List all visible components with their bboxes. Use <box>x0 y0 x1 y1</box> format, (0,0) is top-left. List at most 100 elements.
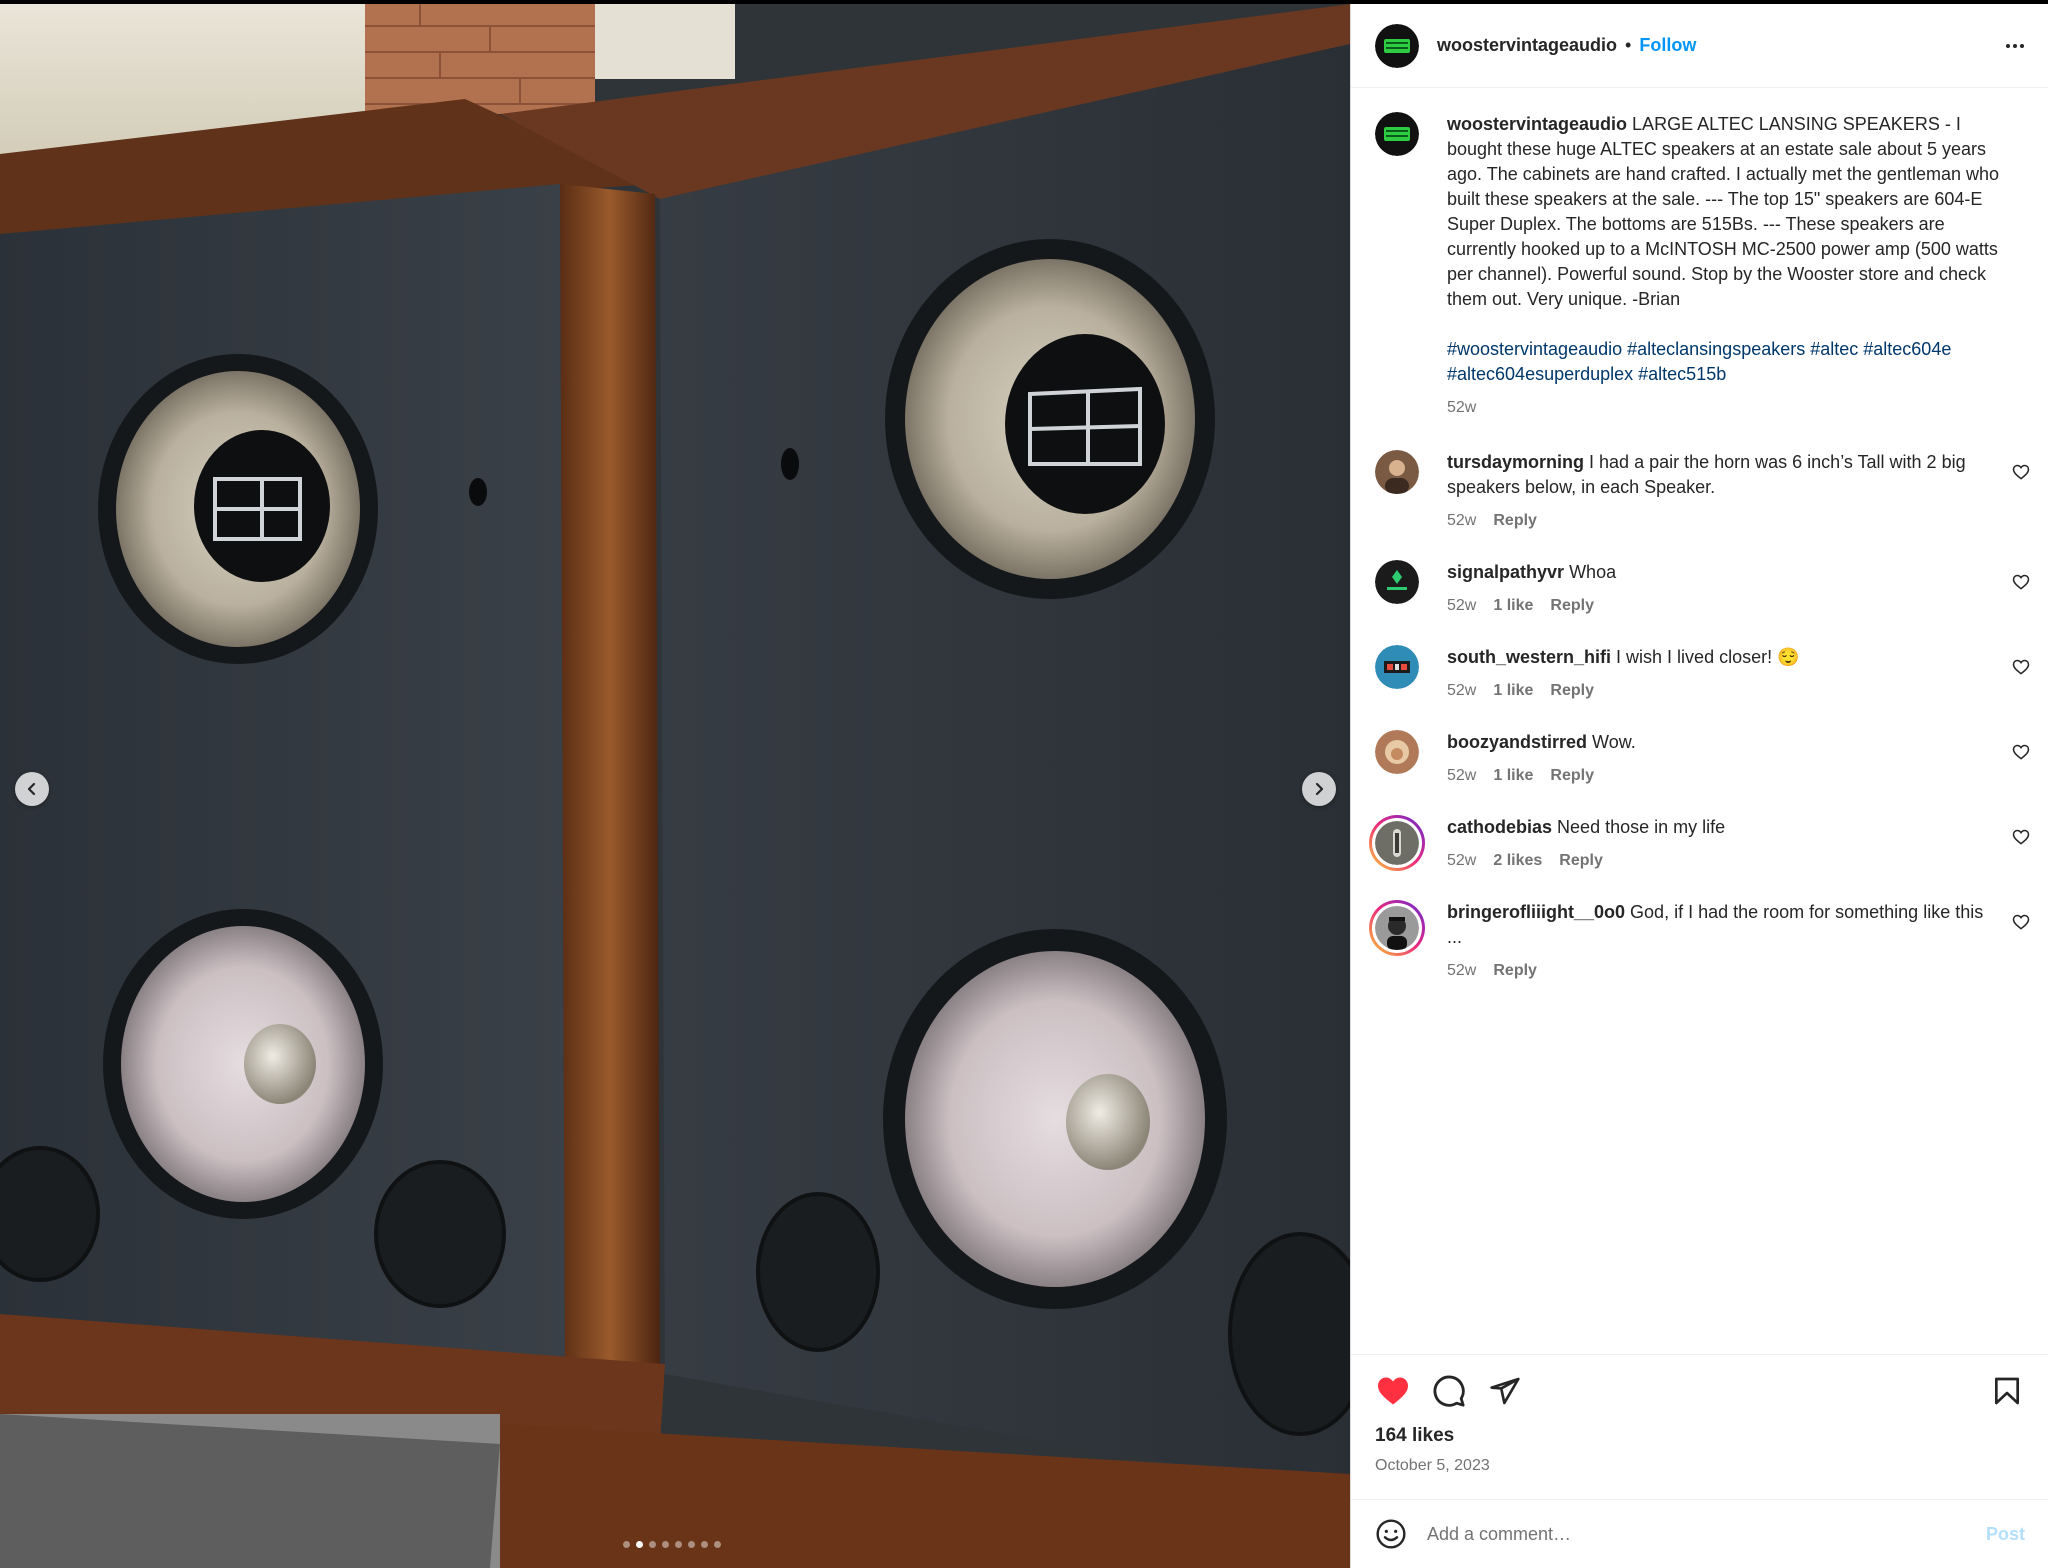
caption-timestamp[interactable]: 52w <box>1447 395 2017 420</box>
comment-text: Whoa <box>1569 562 1617 582</box>
heart-outline-icon[interactable] <box>2011 742 2031 762</box>
comment-likes-count[interactable]: 1 like <box>1493 678 1533 703</box>
comment-meta: 52w 1 like Reply <box>1447 678 1987 703</box>
caption-text: LARGE ALTEC LANSING SPEAKERS - I bought … <box>1447 114 2000 309</box>
heart-filled-icon <box>1378 1377 1408 1405</box>
comment-text-block: south_western_hifi I wish I lived closer… <box>1447 645 1987 670</box>
comment-threads: tursdaymorning I had a pair the horn was… <box>1351 450 2048 983</box>
comment-timestamp[interactable]: 52w <box>1447 848 1476 873</box>
comment-button[interactable] <box>1431 1373 1467 1409</box>
heart-outline-icon[interactable] <box>2011 572 2031 592</box>
heart-outline-icon[interactable] <box>2011 657 2031 677</box>
chevron-left-icon <box>27 782 36 796</box>
comment-meta: 52w 2 likes Reply <box>1447 848 1987 873</box>
comment-icon <box>1433 1375 1465 1407</box>
comment-username[interactable]: boozyandstirred <box>1447 732 1587 752</box>
emoji-icon[interactable] <box>1375 1518 1407 1550</box>
heart-outline-icon[interactable] <box>2011 912 2031 932</box>
caption-hashtags[interactable]: #woostervintageaudio #alteclansingspeake… <box>1447 337 2017 387</box>
comment-timestamp[interactable]: 52w <box>1447 958 1476 983</box>
carousel-dot <box>714 1541 721 1548</box>
story-ring[interactable] <box>1369 900 1425 956</box>
share-button[interactable] <box>1487 1373 1523 1409</box>
comment-item: signalpathyvr Whoa 52w 1 like Reply <box>1351 560 2048 618</box>
comment-text-block: cathodebias Need those in my life <box>1447 815 1987 840</box>
commenter-avatar[interactable] <box>1375 560 1419 604</box>
carousel-dot <box>623 1541 630 1548</box>
carousel-dot <box>688 1541 695 1548</box>
carousel-dot <box>701 1541 708 1548</box>
commenter-avatar[interactable] <box>1375 906 1419 950</box>
comment-text: Need those in my life <box>1557 817 1726 837</box>
save-button[interactable] <box>1989 1373 2025 1409</box>
commenter-avatar[interactable] <box>1375 821 1419 865</box>
story-ring[interactable] <box>1369 815 1425 871</box>
caption-text-block: woostervintageaudio LARGE ALTEC LANSING … <box>1447 112 2017 312</box>
comment-meta: 52w Reply <box>1447 958 1987 983</box>
follow-button[interactable]: Follow <box>1639 35 1696 56</box>
comment-text-block: bringerofliiight__0o0 God, if I had the … <box>1447 900 1987 950</box>
likes-count[interactable]: 164 likes <box>1375 1425 2025 1447</box>
comment-item: bringerofliiight__0o0 God, if I had the … <box>1351 900 2048 983</box>
send-icon <box>1490 1377 1520 1405</box>
comment-reply-button[interactable]: Reply <box>1550 678 1594 703</box>
comment-username[interactable]: tursdaymorning <box>1447 452 1584 472</box>
heart-outline-icon[interactable] <box>2011 827 2031 847</box>
comment-reply-button[interactable]: Reply <box>1550 763 1594 788</box>
author-username[interactable]: woostervintageaudio <box>1437 35 1617 56</box>
post-comment-button[interactable]: Post <box>1986 1524 2025 1545</box>
comments-list[interactable]: woostervintageaudio LARGE ALTEC LANSING … <box>1351 88 2048 1354</box>
comment-likes-count[interactable]: 1 like <box>1493 763 1533 788</box>
comment-meta: 52w Reply <box>1447 508 1987 533</box>
commenter-avatar[interactable] <box>1375 450 1419 494</box>
commenter-avatar[interactable] <box>1375 730 1419 774</box>
comment-reply-button[interactable]: Reply <box>1493 508 1537 533</box>
comment-composer: Post <box>1351 1499 2048 1568</box>
author-avatar[interactable] <box>1375 23 1419 68</box>
comment-meta: 52w 1 like Reply <box>1447 763 1987 788</box>
carousel-dot <box>662 1541 669 1548</box>
comment-item: south_western_hifi I wish I lived closer… <box>1351 645 2048 703</box>
comment-likes-count[interactable]: 2 likes <box>1493 848 1542 873</box>
carousel-indicator <box>623 1541 721 1548</box>
caption-username[interactable]: woostervintageaudio <box>1447 114 1627 134</box>
comment-username[interactable]: bringerofliiight__0o0 <box>1447 902 1625 922</box>
next-slide-button[interactable] <box>1302 772 1336 806</box>
comment-item: boozyandstirred Wow. 52w 1 like Reply <box>1351 730 2048 788</box>
more-options-button[interactable] <box>2000 31 2030 61</box>
post-media <box>0 4 1350 1568</box>
comment-username[interactable]: cathodebias <box>1447 817 1552 837</box>
comment-timestamp[interactable]: 52w <box>1447 593 1476 618</box>
comment-username[interactable]: south_western_hifi <box>1447 647 1611 667</box>
comment-text: I wish I lived closer! 😌 <box>1616 647 1800 667</box>
comment-text-block: boozyandstirred Wow. <box>1447 730 1987 755</box>
more-horizontal-icon <box>2006 43 2024 48</box>
post-dialog: woostervintageaudio • Follow woostervint… <box>0 0 2048 1568</box>
header-separator: • <box>1625 35 1632 55</box>
post-caption: woostervintageaudio LARGE ALTEC LANSING … <box>1351 88 2048 420</box>
comment-likes-count[interactable]: 1 like <box>1493 593 1533 618</box>
post-actions: 164 likes October 5, 2023 <box>1351 1354 2048 1499</box>
commenter-avatar[interactable] <box>1375 645 1419 689</box>
comment-item: cathodebias Need those in my life 52w 2 … <box>1351 815 2048 873</box>
comment-timestamp[interactable]: 52w <box>1447 678 1476 703</box>
comment-text: Wow. <box>1592 732 1636 752</box>
speaker-photo <box>0 4 1350 1568</box>
like-button[interactable] <box>1375 1373 1411 1409</box>
comment-text-block: tursdaymorning I had a pair the horn was… <box>1447 450 1987 500</box>
heart-outline-icon[interactable] <box>2011 462 2031 482</box>
post-side-panel: woostervintageaudio • Follow woostervint… <box>1350 4 2048 1568</box>
post-header: woostervintageaudio • Follow <box>1351 4 2048 88</box>
post-date[interactable]: October 5, 2023 <box>1375 1457 2025 1475</box>
comment-timestamp[interactable]: 52w <box>1447 508 1476 533</box>
comment-timestamp[interactable]: 52w <box>1447 763 1476 788</box>
chevron-right-icon <box>1315 782 1324 796</box>
previous-slide-button[interactable] <box>15 772 49 806</box>
comment-reply-button[interactable]: Reply <box>1493 958 1537 983</box>
comment-input[interactable] <box>1427 1523 1986 1545</box>
comment-reply-button[interactable]: Reply <box>1559 848 1603 873</box>
caption-author-avatar[interactable] <box>1375 112 1419 156</box>
comment-reply-button[interactable]: Reply <box>1550 593 1594 618</box>
comment-username[interactable]: signalpathyvr <box>1447 562 1564 582</box>
bookmark-icon <box>1995 1377 2019 1405</box>
